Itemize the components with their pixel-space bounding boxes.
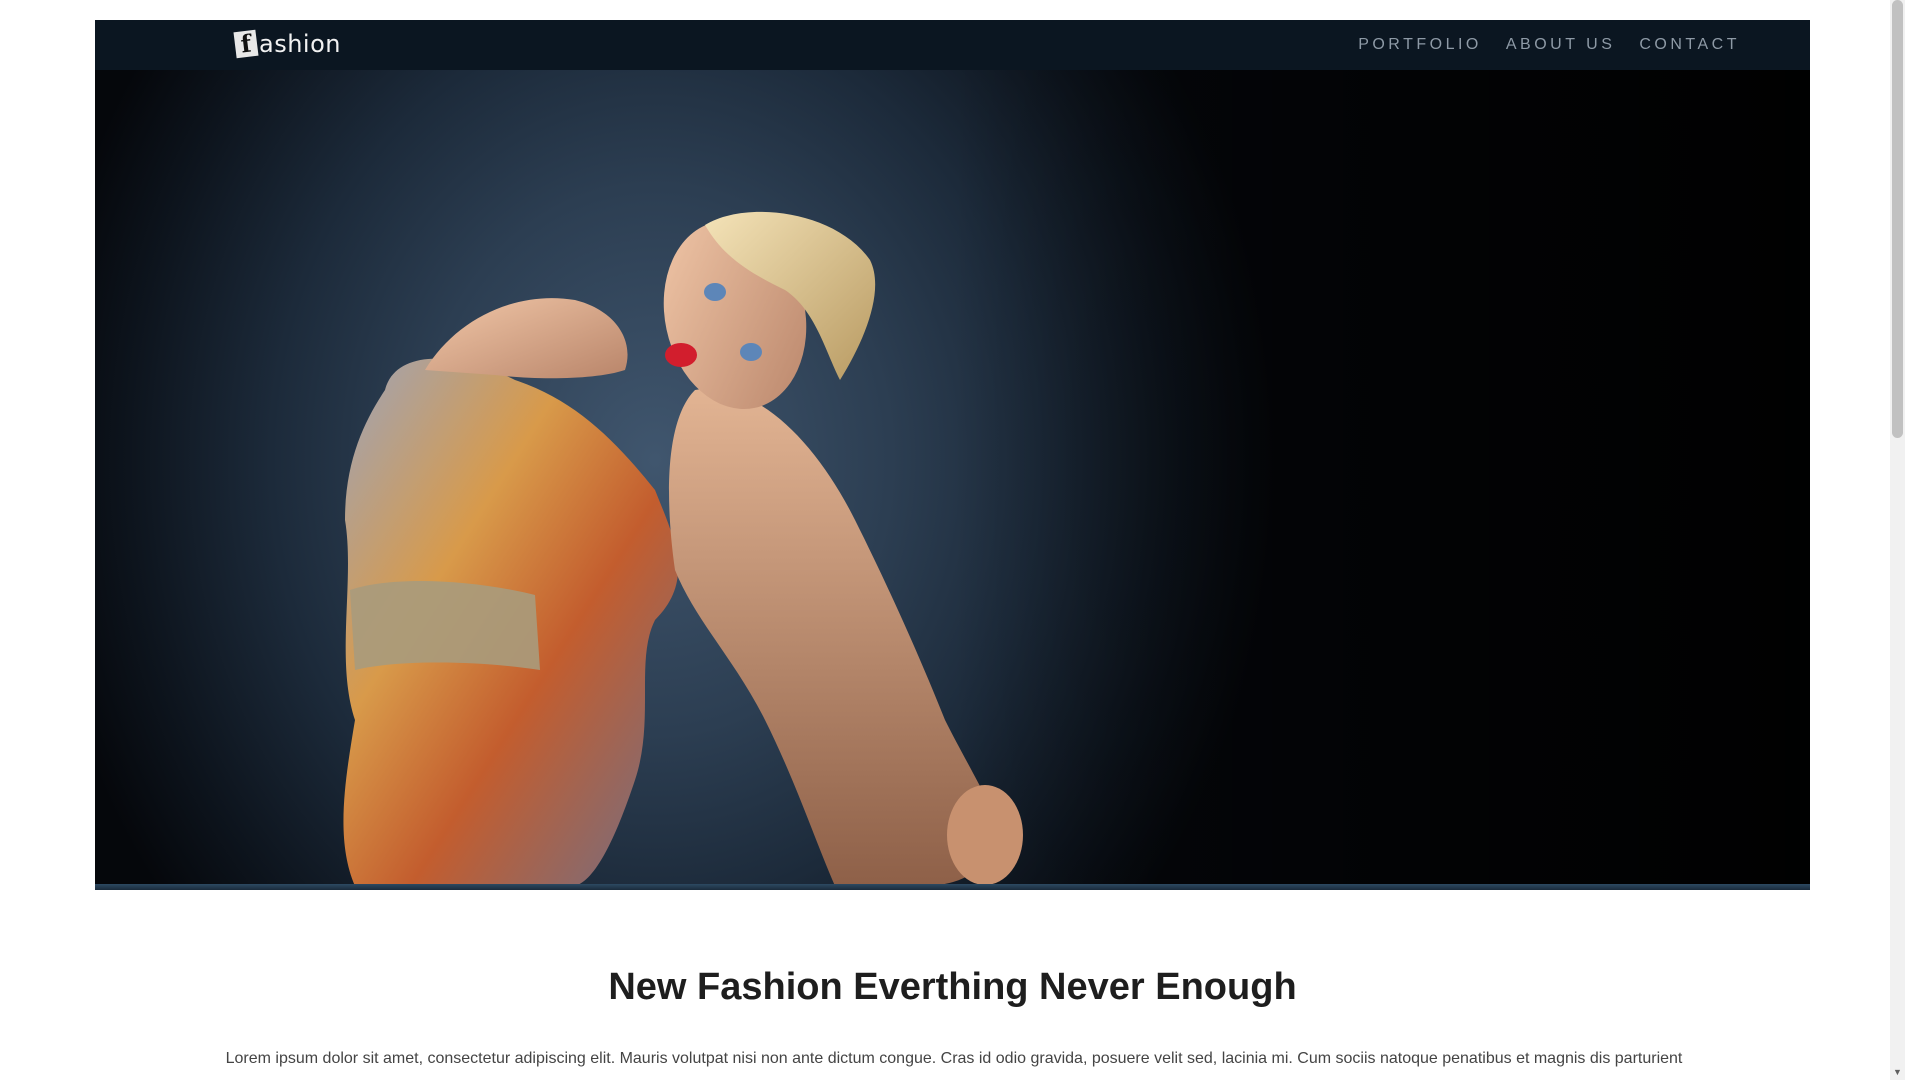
nav-item-contact[interactable]: CONTACT [1639, 36, 1740, 54]
page: f ashion PORTFOLIO ABOUT US CONTACT New … [0, 0, 1905, 1080]
shoulder-shape [425, 298, 628, 379]
top-navbar: f ashion PORTFOLIO ABOUT US CONTACT [95, 20, 1810, 70]
eye-right [740, 343, 762, 361]
scrollbar-thumb[interactable] [1892, 0, 1903, 438]
hero-bottom-border [95, 884, 1810, 890]
page-scrollbar[interactable]: ▼ [1890, 0, 1905, 1080]
logo-initial: f [233, 28, 259, 59]
site-logo[interactable]: f ashion [233, 26, 341, 62]
page-title: New Fashion Everthing Never Enough [608, 966, 1297, 1008]
chevron-down-icon[interactable]: ▼ [1890, 1065, 1905, 1080]
hero-banner: f ashion PORTFOLIO ABOUT US CONTACT [95, 20, 1810, 890]
eye-left [704, 283, 726, 301]
belt-shape [350, 580, 540, 670]
nav-item-portfolio[interactable]: PORTFOLIO [1358, 36, 1482, 54]
hand-shape [947, 785, 1023, 885]
hero-model-photo [343, 211, 1023, 886]
intro-paragraph: Lorem ipsum dolor sit amet, consectetur … [225, 1050, 1683, 1067]
logo-text: ashion [259, 30, 341, 58]
nav-item-about-us[interactable]: ABOUT US [1506, 36, 1616, 54]
lips-shape [665, 343, 697, 367]
main-nav: PORTFOLIO ABOUT US CONTACT [1358, 20, 1740, 70]
